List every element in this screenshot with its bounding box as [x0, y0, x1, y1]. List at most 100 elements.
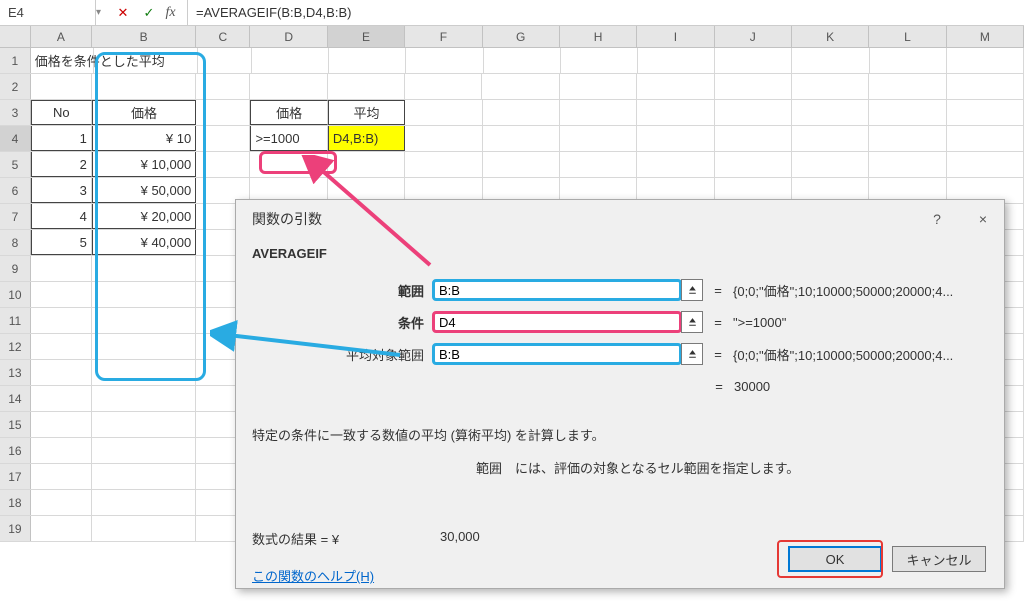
row-header-9[interactable]: 9 [0, 256, 31, 281]
cell-A14[interactable] [31, 386, 92, 411]
cell-B19[interactable] [92, 516, 196, 541]
cell-G5[interactable] [483, 152, 560, 177]
cell-L5[interactable] [869, 152, 946, 177]
cell-E4[interactable]: D4,B:B) [328, 126, 405, 151]
col-header-K[interactable]: K [792, 26, 869, 47]
fx-icon[interactable]: fx [162, 0, 188, 26]
arg2-range-selector-button[interactable] [681, 311, 703, 333]
cell-C4[interactable] [196, 126, 250, 151]
cell-L1[interactable] [870, 48, 947, 73]
cell-F4[interactable] [405, 126, 482, 151]
row-header-16[interactable]: 16 [0, 438, 31, 463]
col-header-B[interactable]: B [92, 26, 196, 47]
cell-B17[interactable] [92, 464, 196, 489]
arg3-range-selector-button[interactable] [681, 343, 703, 365]
cell-H4[interactable] [560, 126, 637, 151]
cell-A15[interactable] [31, 412, 92, 437]
row-header-17[interactable]: 17 [0, 464, 31, 489]
cell-K1[interactable] [792, 48, 869, 73]
cell-B5[interactable]: ¥ 10,000 [92, 152, 196, 177]
cell-C3[interactable] [196, 100, 250, 125]
cell-F1[interactable] [406, 48, 483, 73]
ok-button[interactable]: OK [788, 546, 882, 572]
cell-D5[interactable] [250, 152, 327, 177]
cell-C5[interactable] [196, 152, 250, 177]
cell-I4[interactable] [637, 126, 714, 151]
cell-B7[interactable]: ¥ 20,000 [92, 204, 196, 229]
row-header-6[interactable]: 6 [0, 178, 31, 203]
col-header-C[interactable]: C [196, 26, 250, 47]
cell-B6[interactable]: ¥ 50,000 [92, 178, 196, 203]
cell-E5[interactable] [328, 152, 405, 177]
cell-M5[interactable] [947, 152, 1024, 177]
cell-A9[interactable] [31, 256, 92, 281]
cell-B10[interactable] [92, 282, 196, 307]
select-all-corner[interactable] [0, 26, 31, 47]
col-header-G[interactable]: G [483, 26, 560, 47]
row-header-15[interactable]: 15 [0, 412, 31, 437]
cell-I2[interactable] [637, 74, 714, 99]
cell-B18[interactable] [92, 490, 196, 515]
cell-F3[interactable] [405, 100, 482, 125]
cell-H5[interactable] [560, 152, 637, 177]
cell-J5[interactable] [715, 152, 792, 177]
cell-A18[interactable] [31, 490, 92, 515]
col-header-J[interactable]: J [715, 26, 792, 47]
cell-B14[interactable] [92, 386, 196, 411]
help-link[interactable]: この関数のヘルプ(H) [252, 566, 374, 585]
cell-D3[interactable]: 価格 [250, 100, 327, 125]
cell-B16[interactable] [92, 438, 196, 463]
cell-B2[interactable] [92, 74, 196, 99]
help-icon[interactable]: ? [926, 208, 948, 230]
cell-B1[interactable] [94, 48, 198, 73]
cell-A16[interactable] [31, 438, 92, 463]
cell-A2[interactable] [31, 74, 92, 99]
close-icon[interactable]: × [972, 208, 994, 230]
row-header-12[interactable]: 12 [0, 334, 31, 359]
cell-D1[interactable] [252, 48, 329, 73]
row-header-18[interactable]: 18 [0, 490, 31, 515]
cell-D2[interactable] [250, 74, 327, 99]
cell-E2[interactable] [328, 74, 405, 99]
confirm-icon[interactable]: ✓ [136, 0, 162, 26]
cell-I5[interactable] [637, 152, 714, 177]
cell-L4[interactable] [869, 126, 946, 151]
row-header-2[interactable]: 2 [0, 74, 31, 99]
cell-I3[interactable] [637, 100, 714, 125]
arg3-input[interactable]: B:B [432, 343, 682, 365]
arg1-input[interactable]: B:B [432, 279, 682, 301]
cell-B15[interactable] [92, 412, 196, 437]
cell-A17[interactable] [31, 464, 92, 489]
cell-B11[interactable] [92, 308, 196, 333]
col-header-L[interactable]: L [869, 26, 946, 47]
cell-G1[interactable] [484, 48, 561, 73]
cell-H3[interactable] [560, 100, 637, 125]
cell-C2[interactable] [196, 74, 250, 99]
cancel-button[interactable]: キャンセル [892, 546, 986, 572]
col-header-E[interactable]: E [328, 26, 405, 47]
cell-B9[interactable] [92, 256, 196, 281]
cell-A1[interactable]: 価格を条件とした平均 [31, 48, 94, 73]
cell-M2[interactable] [947, 74, 1024, 99]
row-header-11[interactable]: 11 [0, 308, 31, 333]
col-header-M[interactable]: M [947, 26, 1024, 47]
cell-A13[interactable] [31, 360, 92, 385]
cell-A4[interactable]: 1 [31, 126, 92, 151]
cell-B4[interactable]: ¥ 10 [92, 126, 196, 151]
cell-M4[interactable] [947, 126, 1024, 151]
name-box-dropdown[interactable]: ▾ [96, 7, 110, 18]
cell-K4[interactable] [792, 126, 869, 151]
cell-B3[interactable]: 価格 [92, 100, 196, 125]
cell-B8[interactable]: ¥ 40,000 [92, 230, 196, 255]
row-header-19[interactable]: 19 [0, 516, 31, 541]
cell-A7[interactable]: 4 [31, 204, 92, 229]
col-header-H[interactable]: H [560, 26, 637, 47]
cell-A12[interactable] [31, 334, 92, 359]
row-header-3[interactable]: 3 [0, 100, 31, 125]
cell-A19[interactable] [31, 516, 92, 541]
row-header-10[interactable]: 10 [0, 282, 31, 307]
col-header-I[interactable]: I [637, 26, 714, 47]
col-header-A[interactable]: A [31, 26, 92, 47]
formula-input[interactable]: =AVERAGEIF(B:B,D4,B:B) [188, 5, 1024, 20]
cell-A11[interactable] [31, 308, 92, 333]
